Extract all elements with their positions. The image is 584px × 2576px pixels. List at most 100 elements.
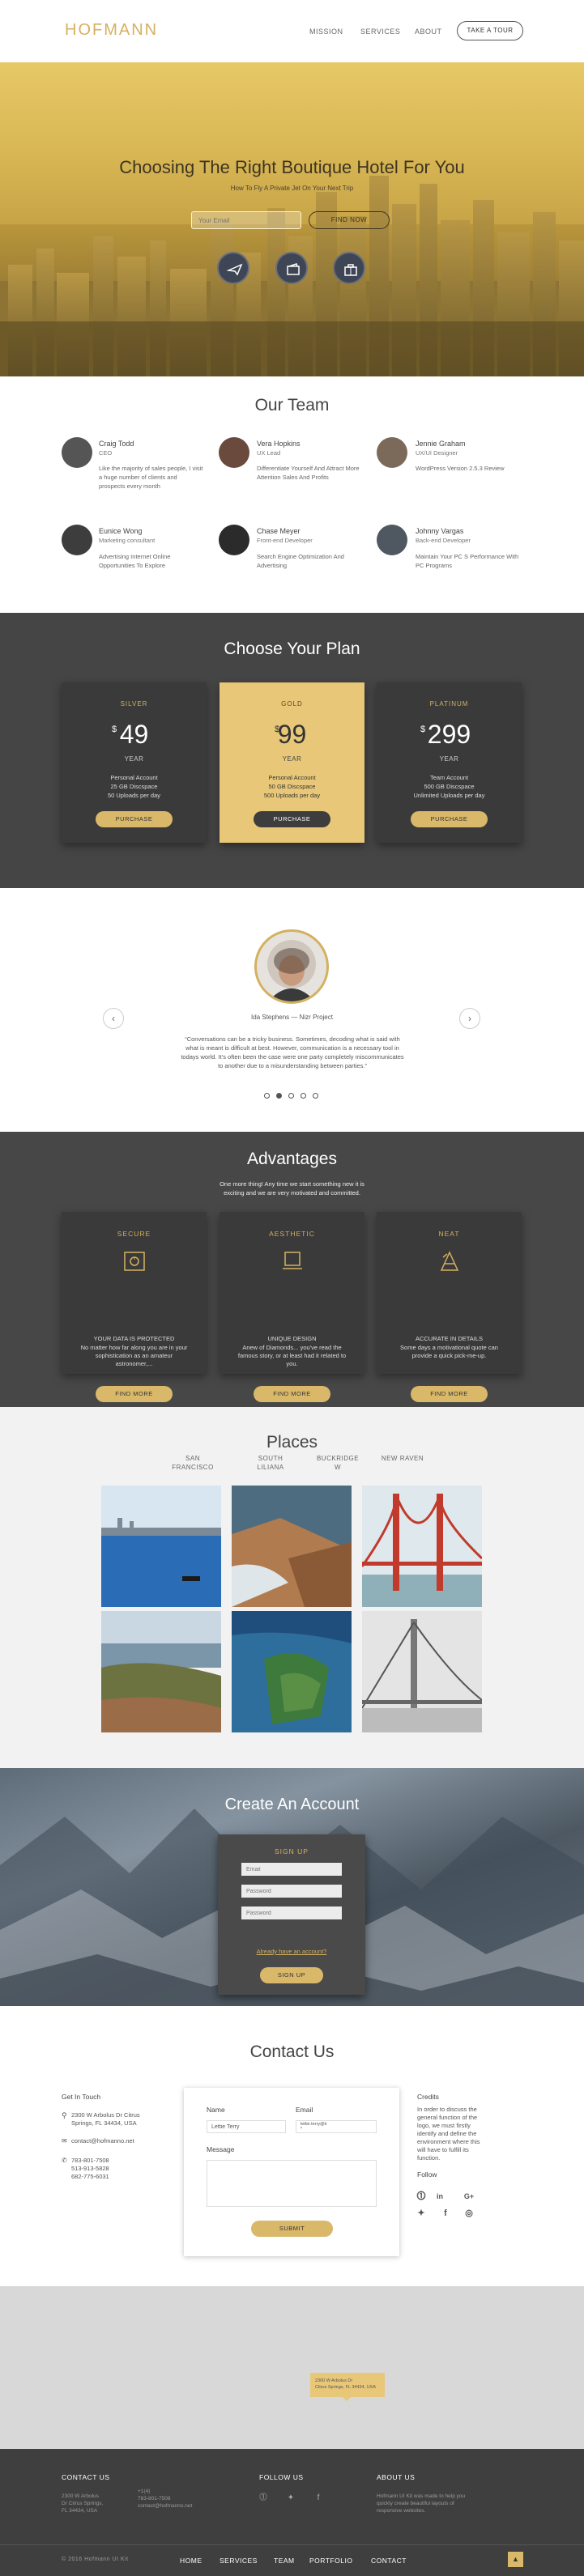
plan-price: 49: [119, 720, 149, 749]
member-name: Eunice Wong: [99, 527, 143, 535]
pinterest-icon[interactable]: ⓵: [416, 2191, 427, 2202]
avatar: [219, 525, 249, 555]
footer-email[interactable]: contact@hofmanno.net: [138, 2502, 192, 2510]
footer-nav-team[interactable]: TEAM: [274, 2557, 295, 2565]
phone-icon: ✆: [62, 2157, 67, 2164]
purchase-button[interactable]: PURCHASE: [96, 811, 173, 827]
places-section: Places SAN FRANCISCO SOUTH LILIANA BUCKR…: [0, 1407, 584, 1768]
avatar: [62, 525, 92, 555]
advantage-heading: UNIQUE DESIGN: [267, 1335, 317, 1342]
copyright: © 2016 Hofmann UI Kit: [62, 2557, 129, 2562]
plan-name: GOLD: [281, 700, 303, 708]
slider-dot[interactable]: [301, 1093, 306, 1099]
take-a-tour-button[interactable]: TAKE A TOUR: [457, 21, 523, 40]
logo[interactable]: HOFMANN: [65, 21, 158, 40]
slider-dot[interactable]: [288, 1093, 294, 1099]
plan-name: SILVER: [120, 700, 148, 708]
credits-text: In order to discuss the general function…: [417, 2106, 480, 2162]
hero-email-input[interactable]: [191, 211, 301, 229]
message-label: Message: [207, 2145, 235, 2153]
get-in-touch-heading: Get In Touch: [62, 2093, 101, 2101]
places-tab-new-raven[interactable]: NEW RAVEN: [374, 1454, 431, 1463]
signup-email-input[interactable]: [241, 1863, 342, 1876]
signup-form: SIGN UP Already have an account? SIGN UP: [218, 1834, 365, 1995]
back-to-top-button[interactable]: ▲: [508, 2552, 523, 2567]
member-role: Front-end Developer: [257, 537, 313, 544]
twitter-icon[interactable]: ✦: [285, 2493, 296, 2504]
footer-nav-portfolio[interactable]: PORTFOLIO: [309, 2557, 352, 2565]
site-footer: CONTACT US 2300 W Arbolus Dr Citrus Spri…: [0, 2449, 584, 2576]
nav-about[interactable]: ABOUT: [415, 28, 442, 36]
map-section[interactable]: 2300 W Arbolus Dr Citrus Springs, FL 344…: [0, 2286, 584, 2449]
already-have-account-link[interactable]: Already have an account?: [218, 1948, 365, 1955]
suitcase-icon[interactable]: [333, 252, 365, 284]
footer-follow-heading: FOLLOW US: [259, 2473, 304, 2481]
place-image-coastline[interactable]: [232, 1611, 352, 1732]
instagram-icon[interactable]: ◎: [463, 2208, 475, 2219]
avatar: [377, 525, 407, 555]
place-image-bay-city[interactable]: [101, 1486, 221, 1607]
facebook-icon[interactable]: f: [440, 2208, 451, 2219]
avatar: [377, 437, 407, 468]
member-desc: Advertising Internet Online Opportunitie…: [99, 553, 171, 569]
footer-nav-contact[interactable]: CONTACT: [371, 2557, 407, 2565]
contact-title: Contact Us: [249, 2043, 335, 2061]
signup-button[interactable]: SIGN UP: [260, 1967, 323, 1983]
plan-feature: 500 Uploads per day: [263, 792, 321, 799]
places-tab-buckridge[interactable]: BUCKRIDGE W: [309, 1454, 366, 1472]
facebook-icon[interactable]: f: [313, 2493, 324, 2504]
message-textarea[interactable]: [207, 2160, 377, 2207]
submit-button[interactable]: SUBMIT: [251, 2221, 333, 2237]
nav-services[interactable]: SERVICES: [360, 28, 400, 36]
find-more-button[interactable]: FIND MORE: [411, 1386, 488, 1402]
google-plus-icon[interactable]: G+: [463, 2191, 475, 2202]
member-name: Jennie Graham: [416, 440, 466, 448]
find-now-button[interactable]: FIND NOW: [309, 211, 390, 229]
places-title: Places: [266, 1433, 318, 1452]
plan-feature: Team Account: [429, 774, 469, 781]
avatar: [62, 437, 92, 468]
avatar: [219, 437, 249, 468]
email-input[interactable]: lettie.terry@k •: [296, 2120, 377, 2133]
member-role: UX Lead: [257, 449, 281, 457]
signup-password-confirm-input[interactable]: [241, 1906, 342, 1919]
places-tab-south-liliana[interactable]: SOUTH LILIANA: [246, 1454, 295, 1472]
footer-nav-services[interactable]: SERVICES: [220, 2557, 258, 2565]
slider-dot-active[interactable]: [276, 1093, 282, 1099]
slider-dot[interactable]: [313, 1093, 318, 1099]
wallet-icon[interactable]: [275, 252, 308, 284]
place-image-bridge-bw[interactable]: [362, 1611, 482, 1732]
place-image-headlands[interactable]: [101, 1611, 221, 1732]
place-image-coast-rocks[interactable]: [232, 1486, 352, 1607]
member-desc: Like the majority of sales people, I vis…: [99, 465, 203, 490]
advantages-section: Advantages One more thing! Any time we s…: [0, 1132, 584, 1407]
places-tab-san-francisco[interactable]: SAN FRANCISCO: [168, 1454, 217, 1472]
purchase-button[interactable]: PURCHASE: [411, 811, 488, 827]
find-more-button[interactable]: FIND MORE: [96, 1386, 173, 1402]
create-account-section: Create An Account SIGN UP Already have a…: [0, 1768, 584, 2006]
name-label: Name: [207, 2106, 225, 2114]
purchase-button[interactable]: PURCHASE: [254, 811, 330, 827]
nav-mission[interactable]: MISSION: [309, 28, 343, 36]
linkedin-icon[interactable]: in: [434, 2191, 445, 2202]
plan-feature: Personal Account: [268, 774, 316, 781]
contact-email[interactable]: contact@hofmanno.net: [71, 2137, 134, 2145]
slider-dot[interactable]: [264, 1093, 270, 1099]
map-location-tooltip: 2300 W Arbolus Dr Citrus Springs, FL 344…: [310, 2373, 385, 2401]
footer-bottom-bar: © 2016 Hofmann UI Kit HOME SERVICES TEAM…: [0, 2544, 584, 2576]
place-image-golden-gate[interactable]: [362, 1486, 482, 1607]
pinterest-icon[interactable]: ⓵: [258, 2493, 269, 2504]
testimonial-avatar: [254, 929, 329, 1004]
find-more-button[interactable]: FIND MORE: [254, 1386, 330, 1402]
footer-about-heading: ABOUT US: [377, 2473, 416, 2481]
member-role: Back-end Developer: [416, 537, 471, 544]
member-name: Chase Meyer: [257, 527, 301, 535]
plan-period: YEAR: [282, 755, 302, 763]
signup-password-input[interactable]: [241, 1885, 342, 1898]
advantages-subtitle: One more thing! Any time we start someth…: [220, 1180, 364, 1197]
footer-nav-home[interactable]: HOME: [180, 2557, 202, 2565]
airplane-icon[interactable]: [217, 252, 249, 284]
twitter-icon[interactable]: ✦: [416, 2208, 427, 2219]
plan-feature: 500 GB Discspace: [424, 783, 475, 790]
name-input[interactable]: [207, 2120, 286, 2133]
